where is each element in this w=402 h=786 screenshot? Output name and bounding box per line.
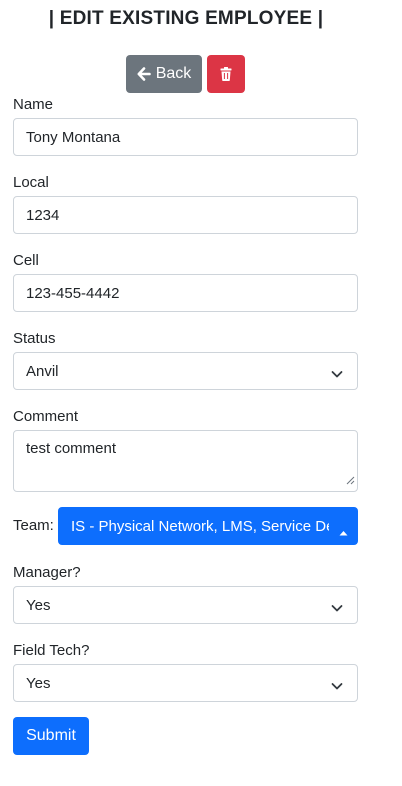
chevron-down-icon	[331, 600, 343, 617]
cell-field-group: Cell 123-455-4442	[13, 252, 358, 312]
team-label: Team:	[13, 517, 54, 534]
team-value: IS - Physical Network, LMS, Service Desk	[71, 517, 329, 535]
caret-up-icon	[339, 523, 348, 540]
delete-button[interactable]	[207, 55, 245, 93]
resize-handle-icon[interactable]	[346, 472, 355, 489]
field-tech-label: Field Tech?	[13, 642, 90, 659]
name-field-group: Name Tony Montana	[13, 96, 358, 156]
comment-field-group: Comment test comment	[13, 408, 358, 492]
manager-field-group: Manager? Yes	[13, 564, 358, 624]
page-title: | EDIT EXISTING EMPLOYEE |	[48, 8, 324, 29]
arrow-left-icon	[137, 67, 151, 81]
comment-value: test comment	[26, 440, 117, 457]
cell-label: Cell	[13, 252, 39, 269]
field-tech-field-group: Field Tech? Yes	[13, 642, 358, 702]
cell-input[interactable]: 123-455-4442	[13, 274, 358, 312]
local-value: 1234	[26, 206, 60, 224]
back-button-label: Back	[155, 65, 192, 82]
status-label: Status	[13, 330, 56, 347]
local-label: Local	[13, 174, 49, 191]
status-field-group: Status Anvil	[13, 330, 358, 390]
local-input[interactable]: 1234	[13, 196, 358, 234]
chevron-down-icon	[331, 366, 343, 383]
team-field-group: Team: IS - Physical Network, LMS, Servic…	[13, 507, 358, 545]
cell-value: 123-455-4442	[26, 284, 120, 302]
back-button[interactable]: Back	[126, 55, 202, 93]
name-value: Tony Montana	[26, 128, 121, 146]
action-buttons: Back	[126, 55, 245, 93]
field-tech-select[interactable]: Yes	[13, 664, 358, 702]
name-label: Name	[13, 96, 54, 113]
field-tech-value: Yes	[26, 674, 51, 692]
edit-employee-page: | EDIT EXISTING EMPLOYEE | Back Name Ton…	[0, 0, 402, 786]
local-field-group: Local 1234	[13, 174, 358, 234]
comment-label: Comment	[13, 408, 79, 425]
manager-label: Manager?	[13, 564, 81, 581]
manager-select[interactable]: Yes	[13, 586, 358, 624]
submit-button[interactable]: Submit	[13, 717, 89, 755]
name-input[interactable]: Tony Montana	[13, 118, 358, 156]
status-value: Anvil	[26, 362, 59, 380]
comment-textarea[interactable]: test comment	[13, 430, 358, 492]
chevron-down-icon	[331, 678, 343, 695]
manager-value: Yes	[26, 596, 51, 614]
trash-icon	[220, 67, 232, 81]
team-select[interactable]: IS - Physical Network, LMS, Service Desk	[58, 507, 358, 545]
status-select[interactable]: Anvil	[13, 352, 358, 390]
